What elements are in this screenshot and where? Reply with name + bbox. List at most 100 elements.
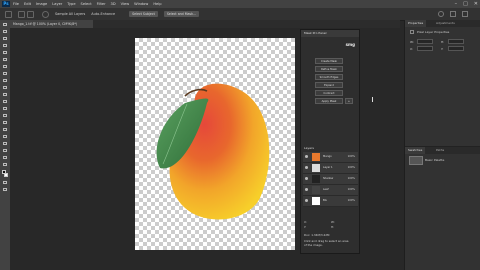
sample-all-layers-checkbox[interactable]: Sample All Layers xyxy=(55,12,85,16)
brush-size-icon[interactable] xyxy=(42,10,49,18)
layer-opacity: 100% xyxy=(347,188,355,191)
minimize-icon[interactable]: – xyxy=(455,1,458,7)
menu-select[interactable]: Select xyxy=(81,2,92,6)
menu-edit[interactable]: Edit xyxy=(24,2,31,6)
zoom-tool-icon[interactable] xyxy=(2,155,8,160)
layer-thumbnail xyxy=(312,153,320,161)
history-brush-tool-icon[interactable] xyxy=(2,85,8,90)
layer-row[interactable]: Leaf 100% xyxy=(303,185,358,196)
menu-bar: Ps File Edit Image Layer Type Select Fil… xyxy=(0,0,480,8)
auto-enhance-checkbox[interactable]: Auto-Enhance xyxy=(91,12,115,16)
mango-image xyxy=(156,83,270,220)
tab-adjustments[interactable]: Adjustments xyxy=(433,20,458,27)
layer-name: Leaf xyxy=(323,188,329,191)
close-icon[interactable]: ✕ xyxy=(474,1,478,7)
layer-thumbnail xyxy=(312,197,320,205)
select-subject-button[interactable]: Select Subject xyxy=(129,11,158,17)
move-tool-icon[interactable] xyxy=(2,22,8,27)
gradient-tool-icon[interactable] xyxy=(2,99,8,104)
quick-selection-tool-icon[interactable] xyxy=(2,43,8,48)
info-x: X: xyxy=(304,220,307,224)
layer-opacity: 100% xyxy=(347,155,355,158)
visibility-eye-icon[interactable] xyxy=(305,177,308,180)
visibility-eye-icon[interactable] xyxy=(305,188,308,191)
photoshop-logo-icon: Ps xyxy=(2,1,10,7)
layer-thumbnail xyxy=(312,164,320,172)
path-selection-tool-icon[interactable] xyxy=(2,134,8,139)
screen-mode-icon[interactable] xyxy=(2,187,8,192)
add-selection-icon[interactable] xyxy=(27,10,34,18)
rectangle-tool-icon[interactable] xyxy=(2,141,8,146)
menu-view[interactable]: View xyxy=(121,2,130,6)
tab-properties[interactable]: Properties xyxy=(405,20,427,27)
hand-tool-icon[interactable] xyxy=(2,148,8,153)
brush-tool-icon[interactable] xyxy=(2,71,8,76)
menu-help[interactable]: Help xyxy=(153,2,161,6)
menu-window[interactable]: Window xyxy=(134,2,148,6)
plugin-logo: smg xyxy=(345,42,355,47)
layer-row[interactable]: Shadow 100% xyxy=(303,174,358,185)
plugin-add-button[interactable]: + xyxy=(345,98,353,104)
menu-filter[interactable]: Filter xyxy=(97,2,106,6)
plugin-panel: Mask Pro Panel smg Create Mask Refine Ma… xyxy=(300,29,360,254)
layer-row[interactable]: Layer 1 100% xyxy=(303,163,358,174)
menu-image[interactable]: Image xyxy=(36,2,47,6)
quick-selection-tool-icon[interactable] xyxy=(5,10,12,18)
plugin-button-4[interactable]: Expand xyxy=(315,82,343,88)
document-tab[interactable]: Mango_1.tif @ 100% (Layer 0, CMYK/8*) xyxy=(10,20,93,28)
layer-opacity: 100% xyxy=(347,199,355,202)
healing-brush-tool-icon[interactable] xyxy=(2,64,8,69)
plugin-button-6[interactable]: Apply Mask xyxy=(315,98,343,104)
document-canvas[interactable] xyxy=(135,38,295,250)
pen-tool-icon[interactable] xyxy=(2,120,8,125)
lasso-tool-icon[interactable] xyxy=(2,36,8,41)
swatches-tabs: Swatches Paths xyxy=(405,147,480,154)
prop-y-label: Y: xyxy=(441,47,444,51)
layer-row[interactable]: Mango 100% xyxy=(303,152,358,163)
layer-name: BG xyxy=(323,199,327,202)
prop-y-field[interactable] xyxy=(448,46,464,51)
layer-row[interactable]: BG 100% xyxy=(303,196,358,207)
blur-tool-icon[interactable] xyxy=(2,106,8,111)
prop-w-field[interactable] xyxy=(417,39,433,44)
menu-file[interactable]: File xyxy=(13,2,19,6)
swatch-label: Basic Palette xyxy=(425,158,445,162)
search-icon[interactable] xyxy=(438,11,444,17)
new-selection-icon[interactable] xyxy=(18,10,25,18)
plugin-header: Mask Pro Panel xyxy=(301,30,359,37)
crop-tool-icon[interactable] xyxy=(2,50,8,55)
select-and-mask-button[interactable]: Select and Mask... xyxy=(163,11,199,17)
visibility-eye-icon[interactable] xyxy=(305,155,308,158)
prop-h-field[interactable] xyxy=(448,39,464,44)
swatch-preview[interactable] xyxy=(409,156,423,165)
tab-paths[interactable]: Paths xyxy=(433,147,447,154)
menu-layer[interactable]: Layer xyxy=(52,2,62,6)
plugin-button-2[interactable]: Refine Mask xyxy=(315,66,343,72)
marquee-tool-icon[interactable] xyxy=(2,29,8,34)
type-tool-icon[interactable] xyxy=(2,127,8,132)
plugin-button-1[interactable]: Create Mask xyxy=(315,58,343,64)
layer-thumbnail-icon xyxy=(410,30,414,34)
workspace-icon[interactable] xyxy=(450,11,456,17)
menu-3d[interactable]: 3D xyxy=(111,2,116,6)
quick-mask-icon[interactable] xyxy=(2,180,8,185)
visibility-eye-icon[interactable] xyxy=(305,166,308,169)
plugin-button-5[interactable]: Contract xyxy=(315,90,343,96)
clone-stamp-tool-icon[interactable] xyxy=(2,78,8,83)
prop-x-field[interactable] xyxy=(417,46,433,51)
layers-title: Layers xyxy=(304,146,314,150)
more-tools-icon[interactable] xyxy=(2,162,8,167)
visibility-eye-icon[interactable] xyxy=(305,199,308,202)
tab-swatches[interactable]: Swatches xyxy=(405,147,426,154)
layer-name: Shadow xyxy=(323,177,334,180)
dodge-tool-icon[interactable] xyxy=(2,113,8,118)
maximize-icon[interactable]: □ xyxy=(463,1,468,7)
properties-panel: Properties Adjustments Pixel Layer Prope… xyxy=(404,20,480,270)
eraser-tool-icon[interactable] xyxy=(2,92,8,97)
plugin-button-3[interactable]: Smooth Edges xyxy=(315,74,343,80)
layer-opacity: 100% xyxy=(347,177,355,180)
eyedropper-tool-icon[interactable] xyxy=(2,57,8,62)
background-color-swatch[interactable] xyxy=(4,173,8,177)
share-icon[interactable] xyxy=(462,11,468,17)
menu-type[interactable]: Type xyxy=(67,2,75,6)
